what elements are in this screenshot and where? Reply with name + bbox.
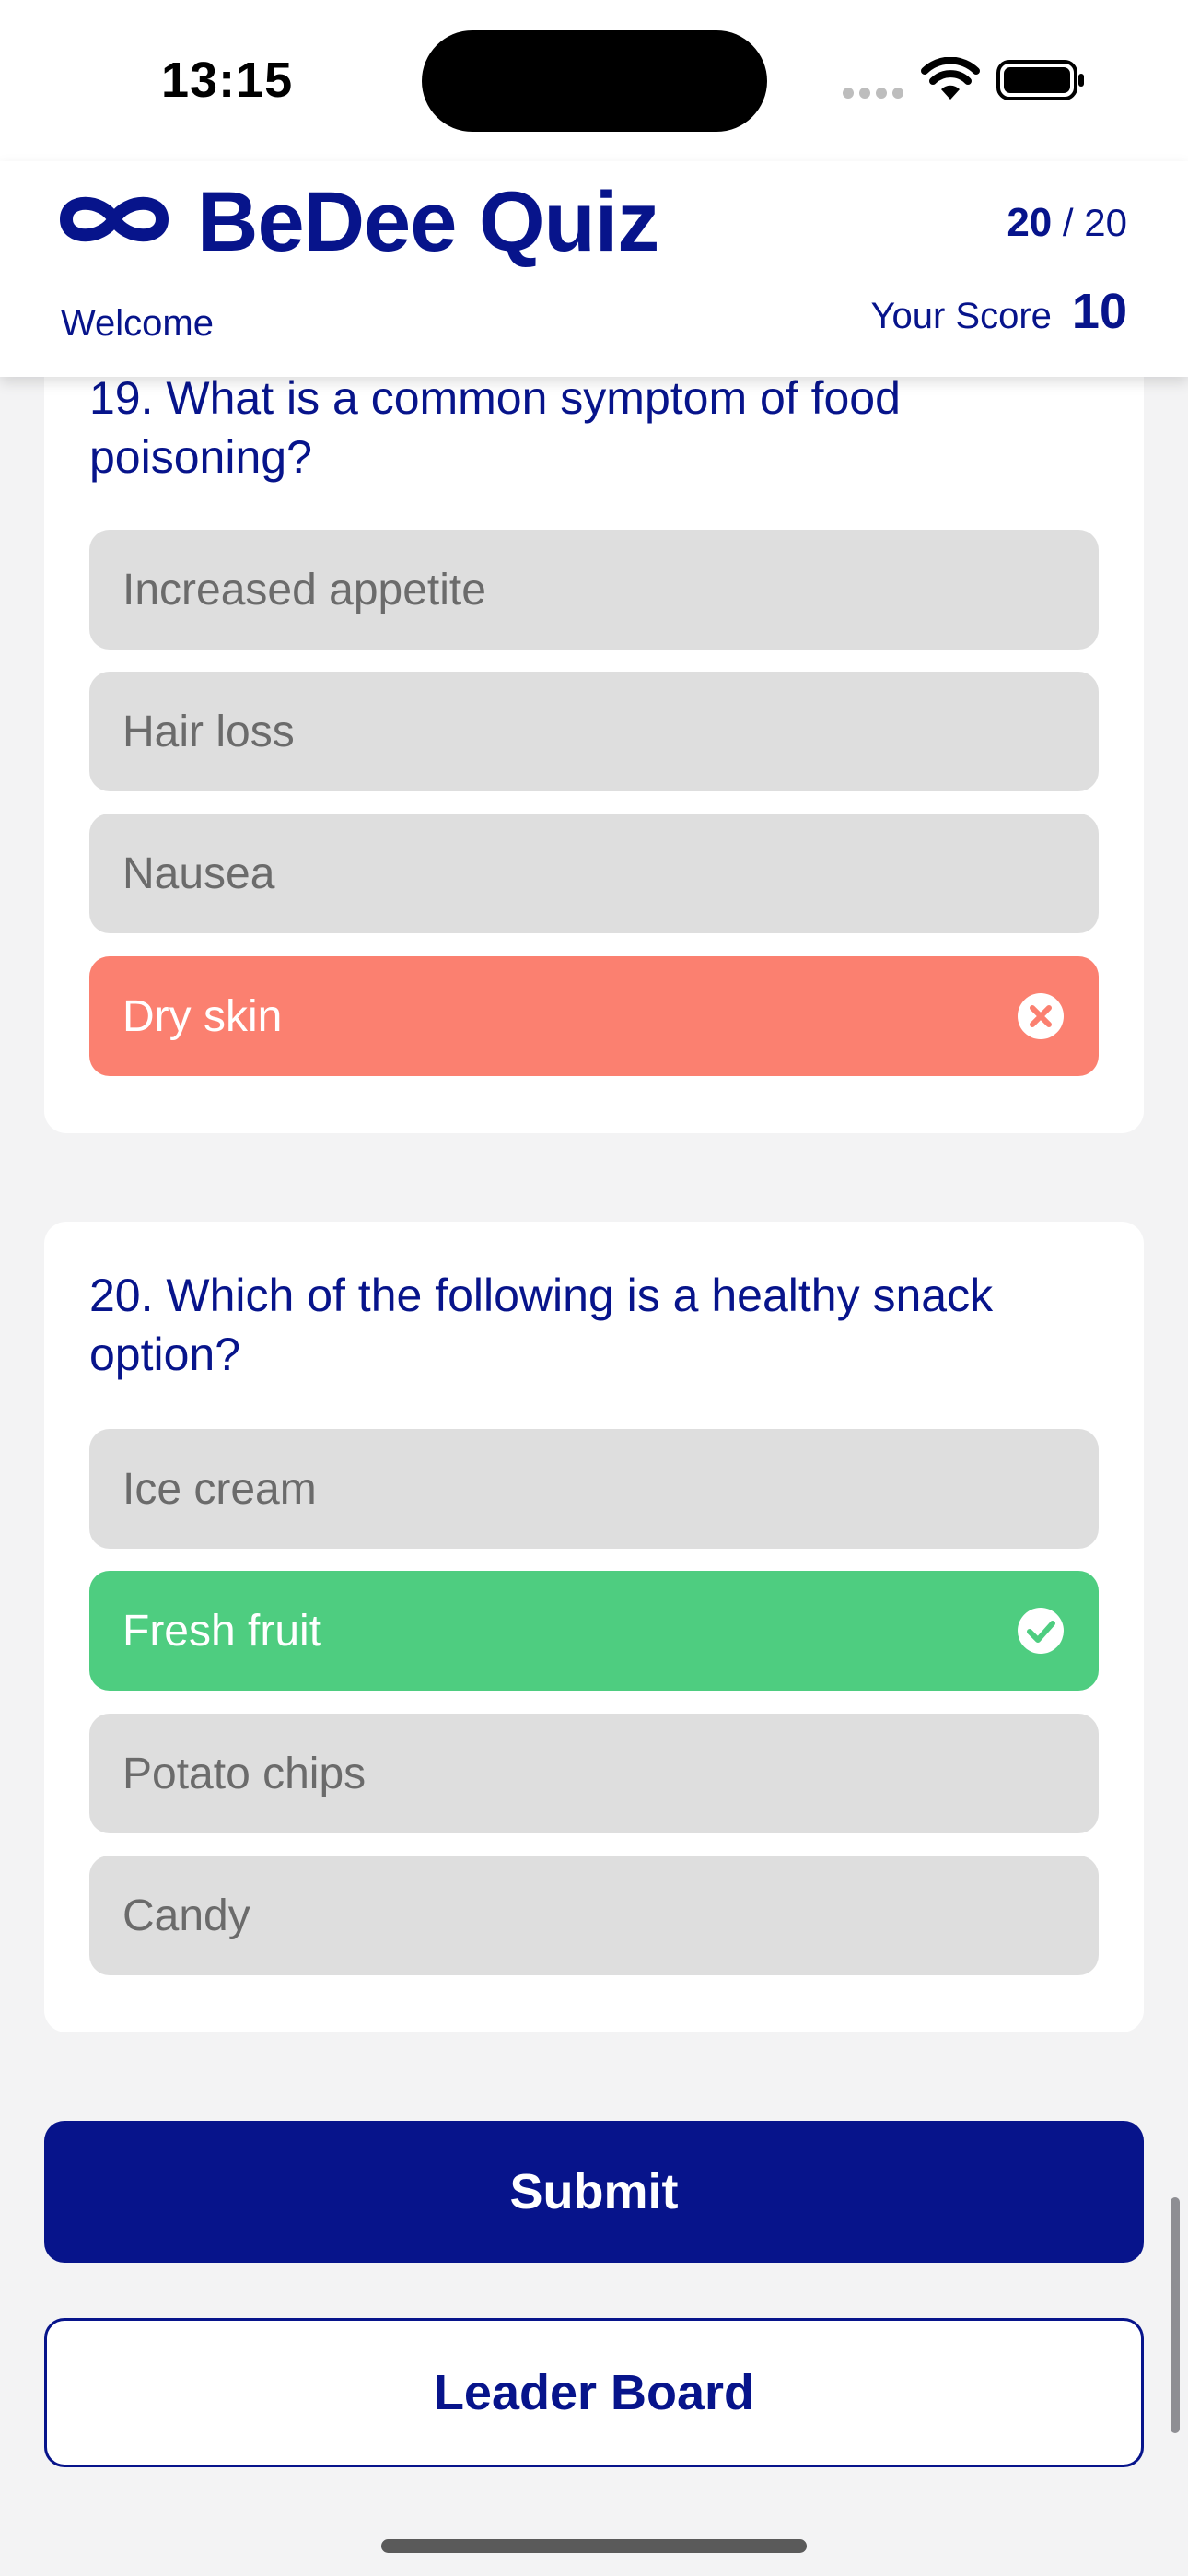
scrollbar[interactable] xyxy=(1171,2197,1180,2433)
welcome-text: Welcome xyxy=(61,303,214,344)
answer-label: Fresh fruit xyxy=(122,1606,322,1656)
answer-option[interactable]: Candy xyxy=(89,1856,1099,1975)
answer-label: Candy xyxy=(122,1891,250,1940)
progress-separator: / xyxy=(1052,201,1085,244)
answer-label: Dry skin xyxy=(122,991,283,1041)
question-card: 19. What is a common symptom of food poi… xyxy=(44,350,1144,1133)
answer-option[interactable]: Hair loss xyxy=(89,672,1099,791)
status-bar: 13:15 xyxy=(0,0,1188,161)
x-circle-icon xyxy=(1018,993,1064,1039)
score-label: Your Score xyxy=(870,296,1052,336)
answer-option[interactable]: Ice cream xyxy=(89,1429,1099,1549)
answer-label: Potato chips xyxy=(122,1749,367,1798)
quiz-screen: 13:15 BeDee Quiz Welcome 20 / 20 Your Sc… xyxy=(0,0,1188,2576)
app-header: BeDee Quiz Welcome 20 / 20 Your Score 10 xyxy=(0,161,1188,377)
answer-option[interactable]: Increased appetite xyxy=(89,530,1099,650)
answer-option[interactable]: Potato chips xyxy=(89,1714,1099,1833)
answer-option-correct[interactable]: Fresh fruit xyxy=(89,1571,1099,1691)
cellular-signal-icon xyxy=(843,88,903,99)
answer-label: Ice cream xyxy=(122,1464,317,1514)
answer-option-wrong[interactable]: Dry skin xyxy=(89,956,1099,1076)
app-title: BeDee Quiz xyxy=(197,175,659,269)
check-circle-icon xyxy=(1018,1608,1064,1654)
score-display: Your Score 10 xyxy=(870,283,1127,340)
status-time: 13:15 xyxy=(161,53,294,108)
question-text: 19. What is a common symptom of food poi… xyxy=(89,372,901,483)
wifi-icon xyxy=(921,57,980,100)
answer-option[interactable]: Nausea xyxy=(89,814,1099,933)
dynamic-island xyxy=(422,30,767,132)
answer-label: Nausea xyxy=(122,849,275,898)
question-text: 20. Which of the following is a healthy … xyxy=(89,1270,994,1380)
battery-icon xyxy=(996,60,1084,100)
current-question-number: 20 xyxy=(1007,200,1053,245)
total-questions: 20 xyxy=(1084,201,1127,244)
answer-label: Hair loss xyxy=(122,707,295,756)
submit-button[interactable]: Submit xyxy=(44,2121,1144,2263)
home-indicator[interactable] xyxy=(381,2539,807,2553)
leader-board-button[interactable]: Leader Board xyxy=(44,2318,1144,2467)
infinity-logo-icon xyxy=(60,196,169,242)
question-card: 20. Which of the following is a healthy … xyxy=(44,1222,1144,2032)
score-value: 10 xyxy=(1071,284,1127,339)
answer-label: Increased appetite xyxy=(122,565,486,615)
question-progress: 20 / 20 xyxy=(1007,200,1127,246)
